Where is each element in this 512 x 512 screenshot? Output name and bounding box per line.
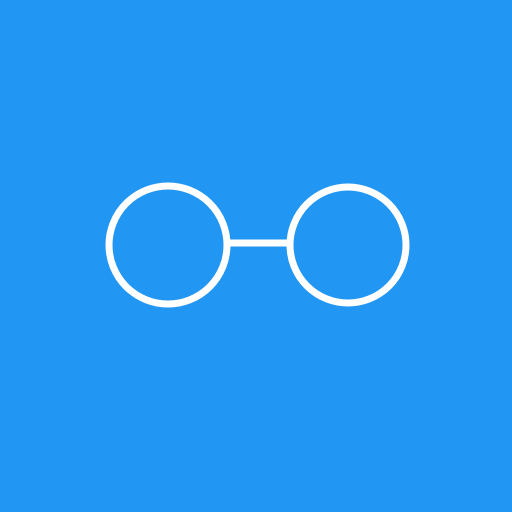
glasses-icon <box>105 182 410 308</box>
app-icon-canvas <box>0 0 512 512</box>
right-lens <box>286 183 410 307</box>
left-lens <box>105 182 231 308</box>
